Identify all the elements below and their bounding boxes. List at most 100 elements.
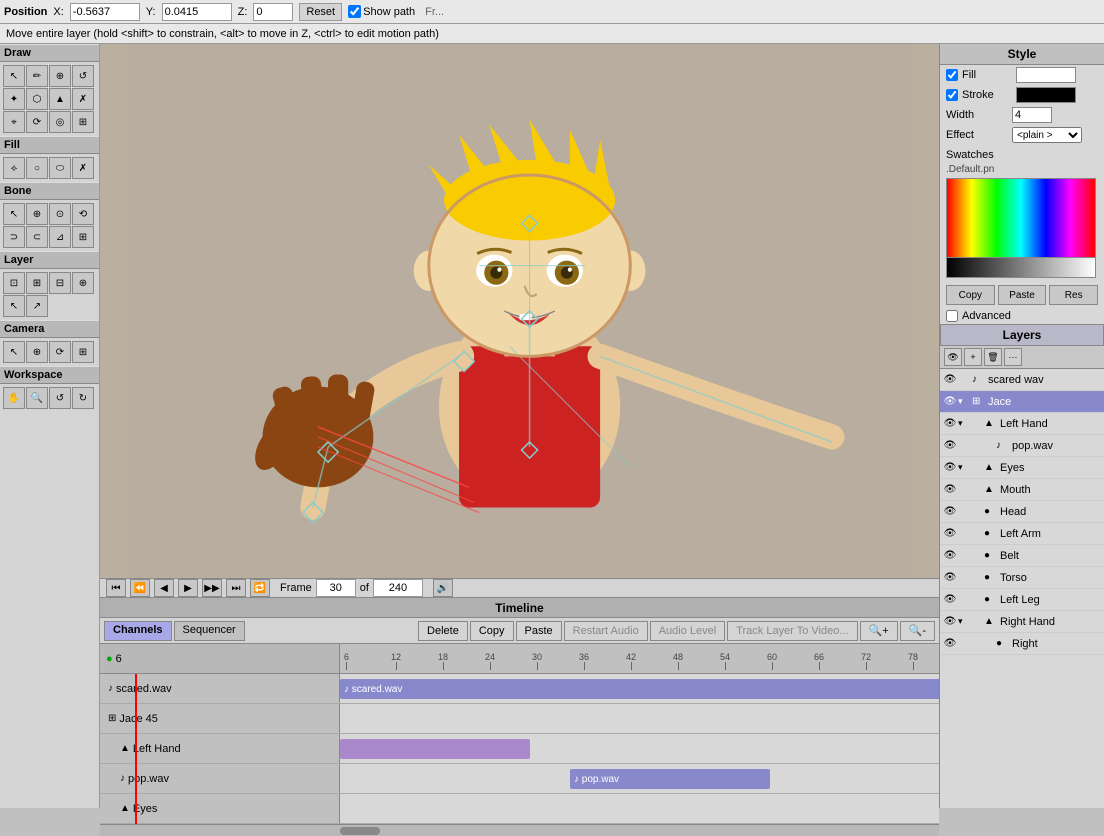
tool-bone3[interactable]: ⊙ [49, 203, 71, 225]
tool-bone4[interactable]: ⟲ [72, 203, 94, 225]
layer-eye-3[interactable]: 👁 [942, 438, 958, 454]
sequencer-tab[interactable]: Sequencer [174, 621, 245, 641]
play-prev-button[interactable]: ⏪ [130, 579, 150, 597]
track-layer-button[interactable]: Track Layer To Video... [727, 621, 857, 641]
layer-item-left-hand[interactable]: 👁 ▾ ▲ Left Hand [940, 413, 1104, 435]
zoom-out-button[interactable]: 🔍- [900, 621, 935, 641]
play-end-button[interactable]: ⏭ [226, 579, 246, 597]
effect-select[interactable]: <plain > [1012, 127, 1082, 143]
style-copy-button[interactable]: Copy [946, 285, 995, 305]
tl-row-scared-wav[interactable]: ♪ scared.wav ♪ scared.wav [100, 674, 939, 704]
frame-input[interactable] [316, 579, 356, 597]
tool-draw11[interactable]: ⊞ [72, 111, 94, 133]
style-paste-button[interactable]: Paste [998, 285, 1047, 305]
tl-row-left-hand[interactable]: ▲ Left Hand [100, 734, 939, 764]
tool-bone1[interactable]: ↖ [3, 203, 25, 225]
tool-fill3[interactable]: ⬭ [49, 157, 71, 179]
play-loop-button[interactable]: 🔁 [250, 579, 270, 597]
tool-ws4[interactable]: ↻ [72, 387, 94, 409]
canvas-area[interactable] [100, 44, 939, 579]
layer-eye-11[interactable]: 👁 [942, 614, 958, 630]
show-path-checkbox-label[interactable]: Show path [348, 5, 415, 18]
layer-eye-10[interactable]: 👁 [942, 592, 958, 608]
copy-button[interactable]: Copy [470, 621, 514, 641]
x-input[interactable] [70, 3, 140, 21]
tl-row-eyes[interactable]: ▲ Eyes [100, 794, 939, 824]
tool-fill1[interactable]: ⟡ [3, 157, 25, 179]
layer-item-mouth[interactable]: 👁 ▲ Mouth [940, 479, 1104, 501]
tool-draw9[interactable]: ⟳ [26, 111, 48, 133]
tool-draw3[interactable]: ↺ [72, 65, 94, 87]
layer-eye-7[interactable]: 👁 [942, 526, 958, 542]
play-step-back-button[interactable]: ◀ [154, 579, 174, 597]
z-input[interactable] [253, 3, 293, 21]
tool-cam2[interactable]: ⊕ [26, 341, 48, 363]
fill-color-swatch[interactable] [1016, 67, 1076, 83]
tool-arrow[interactable]: ↖ [3, 65, 25, 87]
tool-layer3[interactable]: ⊟ [49, 272, 71, 294]
layer-item-belt[interactable]: 👁 ● Belt [940, 545, 1104, 567]
tool-fill4[interactable]: ✗ [72, 157, 94, 179]
tool-draw6[interactable]: ▲ [49, 88, 71, 110]
frame-end-input[interactable] [373, 579, 423, 597]
tool-layer5[interactable]: ↖ [3, 295, 25, 317]
tool-cam3[interactable]: ⟳ [49, 341, 71, 363]
layer-eye-4[interactable]: 👁 [942, 460, 958, 476]
layer-item-right[interactable]: 👁 ● Right [940, 633, 1104, 655]
tool-ws1[interactable]: ✋ [3, 387, 25, 409]
paste-button[interactable]: Paste [516, 621, 562, 641]
layer-tool-delete[interactable]: 🗑 [984, 348, 1002, 366]
tool-bone7[interactable]: ⊿ [49, 226, 71, 248]
restart-audio-button[interactable]: Restart Audio [564, 621, 648, 641]
layer-expand-1[interactable]: ▾ [958, 396, 968, 407]
tool-draw8[interactable]: ⌖ [3, 111, 25, 133]
tool-draw5[interactable]: ⬡ [26, 88, 48, 110]
fill-checkbox[interactable] [946, 69, 958, 81]
layer-expand-4[interactable]: ▾ [958, 462, 968, 473]
tool-cam1[interactable]: ↖ [3, 341, 25, 363]
play-button[interactable]: ▶ [178, 579, 198, 597]
layer-item-head[interactable]: 👁 ● Head [940, 501, 1104, 523]
show-path-checkbox[interactable] [348, 5, 361, 18]
tool-layer1[interactable]: ⊡ [3, 272, 25, 294]
play-begin-button[interactable]: ⏮ [106, 579, 126, 597]
zoom-in-button[interactable]: 🔍+ [860, 621, 898, 641]
play-step-fwd-button[interactable]: ▶▶ [202, 579, 222, 597]
layer-item-left-leg[interactable]: 👁 ● Left Leg [940, 589, 1104, 611]
layer-item-torso[interactable]: 👁 ● Torso [940, 567, 1104, 589]
tool-bone2[interactable]: ⊕ [26, 203, 48, 225]
layer-item-eyes[interactable]: 👁 ▾ ▲ Eyes [940, 457, 1104, 479]
color-picker-dark[interactable] [946, 258, 1096, 278]
reset-button[interactable]: Reset [299, 3, 342, 21]
stroke-checkbox[interactable] [946, 89, 958, 101]
audio-button[interactable]: 🔊 [433, 579, 453, 597]
style-reset-button[interactable]: Res [1049, 285, 1098, 305]
tl-row-jace[interactable]: ⊞ Jace 45 [100, 704, 939, 734]
tool-draw4[interactable]: ✦ [3, 88, 25, 110]
tool-draw2[interactable]: ⊕ [49, 65, 71, 87]
layer-item-right-hand[interactable]: 👁 ▾ ▲ Right Hand [940, 611, 1104, 633]
tool-bone6[interactable]: ⊂ [26, 226, 48, 248]
layer-tool-eye[interactable]: 👁 [944, 348, 962, 366]
layer-expand-2[interactable]: ▾ [958, 418, 968, 429]
layer-eye-0[interactable]: 👁 [942, 372, 958, 388]
layer-eye-12[interactable]: 👁 [942, 636, 958, 652]
layer-eye-6[interactable]: 👁 [942, 504, 958, 520]
layer-eye-5[interactable]: 👁 [942, 482, 958, 498]
audio-level-button[interactable]: Audio Level [650, 621, 726, 641]
timeline-content[interactable]: ♪ scared.wav ♪ scared.wav ⊞ Jace 45 [100, 674, 939, 824]
layer-eye-2[interactable]: 👁 [942, 416, 958, 432]
tool-draw7[interactable]: ✗ [72, 88, 94, 110]
channels-tab[interactable]: Channels [104, 621, 172, 641]
tl-row-pop-wav[interactable]: ♪ pop.wav ♪ pop.wav [100, 764, 939, 794]
tool-layer4[interactable]: ⊕ [72, 272, 94, 294]
tool-draw10[interactable]: ◎ [49, 111, 71, 133]
tool-layer6[interactable]: ↗ [26, 295, 48, 317]
layer-expand-11[interactable]: ▾ [958, 616, 968, 627]
width-input[interactable] [1012, 107, 1052, 123]
stroke-color-swatch[interactable] [1016, 87, 1076, 103]
timeline-scrollbar[interactable] [100, 824, 939, 836]
color-picker[interactable] [946, 178, 1096, 258]
tool-cam4[interactable]: ⊞ [72, 341, 94, 363]
tool-bone8[interactable]: ⊞ [72, 226, 94, 248]
